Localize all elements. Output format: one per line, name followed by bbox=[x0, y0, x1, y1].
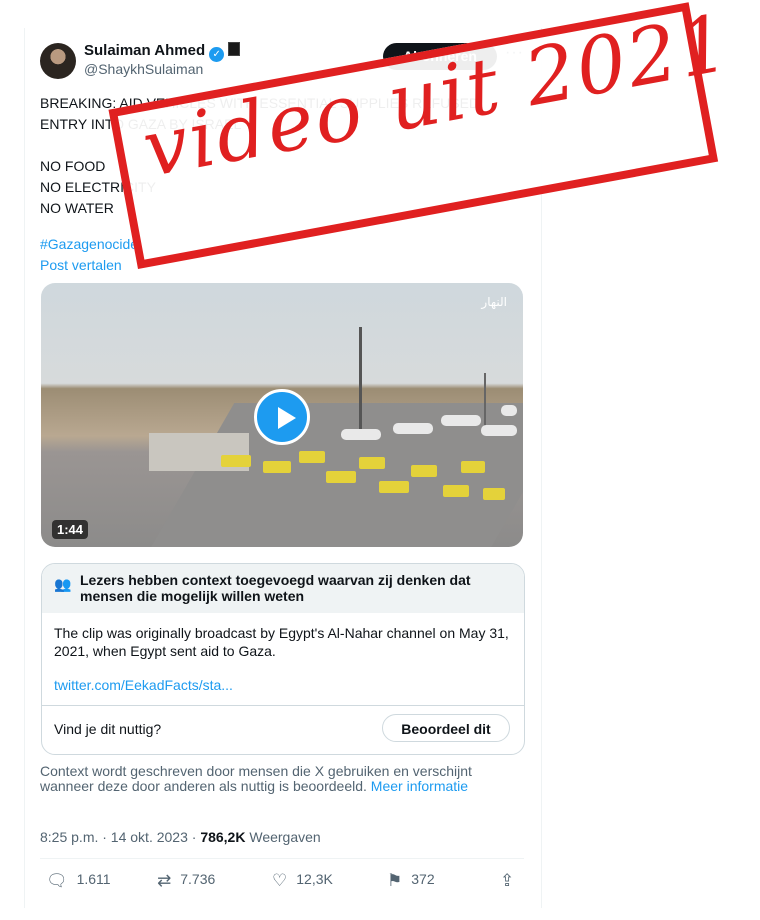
video-ambulance bbox=[379, 481, 409, 493]
video-tanker bbox=[393, 423, 433, 434]
repost-icon: ⇄ bbox=[157, 871, 172, 890]
share-button[interactable]: ⇪ bbox=[500, 871, 523, 891]
translate-link[interactable]: Post vertalen bbox=[40, 257, 122, 273]
video-ambulance bbox=[443, 485, 469, 497]
video-ambulance bbox=[411, 465, 437, 477]
play-icon[interactable] bbox=[254, 389, 310, 445]
video-light-pole bbox=[359, 327, 362, 432]
video-ambulance bbox=[326, 471, 356, 483]
hashtag-link[interactable]: #Gazagenocide bbox=[40, 236, 138, 252]
flag-icon bbox=[228, 42, 241, 56]
community-note-body: The clip was originally broadcast by Egy… bbox=[54, 625, 509, 659]
bookmark-button[interactable]: ⚑ 372 bbox=[387, 871, 435, 891]
video-ambulance bbox=[483, 488, 505, 500]
video-ambulance bbox=[299, 451, 325, 463]
heart-icon: ♡ bbox=[272, 871, 288, 890]
like-count: 12,3K bbox=[296, 871, 333, 887]
repost-button[interactable]: ⇄ 7.736 bbox=[157, 871, 215, 891]
divider bbox=[40, 858, 524, 859]
video-tanker bbox=[341, 429, 381, 440]
video-duration: 1:44 bbox=[52, 520, 89, 539]
author-handle[interactable]: @ShaykhSulaiman bbox=[84, 61, 203, 77]
bookmark-count: 372 bbox=[411, 871, 435, 887]
community-note-disclaimer: Context wordt geschreven door mensen die… bbox=[40, 764, 510, 794]
reply-count: 1.611 bbox=[76, 871, 111, 887]
avatar[interactable] bbox=[40, 43, 76, 79]
community-note-header: 👥 Lezers hebben context toegevoegd waarv… bbox=[42, 564, 524, 613]
verified-badge-icon: ✓ bbox=[209, 47, 225, 62]
community-note-link[interactable]: twitter.com/EekadFacts/sta... bbox=[54, 677, 233, 693]
author-name[interactable]: Sulaiman Ahmed ✓ bbox=[84, 42, 241, 62]
video-tanker bbox=[501, 405, 517, 416]
video-tanker bbox=[481, 425, 517, 436]
community-note: 👥 Lezers hebben context toegevoegd waarv… bbox=[41, 563, 525, 755]
bookmark-icon: ⚑ bbox=[387, 871, 403, 890]
repost-count: 7.736 bbox=[180, 871, 216, 887]
more-info-link[interactable]: Meer informatie bbox=[371, 778, 468, 794]
views-count: 786,2K bbox=[200, 829, 246, 845]
views-label: Weergaven bbox=[249, 829, 321, 845]
community-note-title: Lezers hebben context toegevoegd waarvan… bbox=[80, 572, 471, 604]
helpful-question: Vind je dit nuttig? bbox=[54, 721, 162, 737]
timestamp[interactable]: 8:25 p.m. · 14 okt. 2023 · bbox=[40, 829, 196, 845]
video-ambulance bbox=[263, 461, 291, 473]
like-button[interactable]: ♡ 12,3K bbox=[272, 871, 333, 891]
video-ambulance bbox=[359, 457, 385, 469]
video-tanker bbox=[441, 415, 481, 426]
video-ambulance bbox=[461, 461, 485, 473]
people-icon: 👥 bbox=[54, 576, 72, 592]
video-light-pole bbox=[484, 373, 486, 428]
channel-logo: النهار bbox=[481, 295, 507, 309]
reply-button[interactable]: 🗨 1.611 bbox=[46, 871, 111, 891]
author-name-text[interactable]: Sulaiman Ahmed bbox=[84, 42, 205, 59]
divider bbox=[42, 705, 524, 706]
video-ambulance bbox=[221, 455, 251, 467]
share-icon: ⇪ bbox=[500, 871, 515, 890]
reply-icon: 🗨 bbox=[46, 871, 68, 890]
tweet-meta: 8:25 p.m. · 14 okt. 2023 · 786,2K Weerga… bbox=[40, 829, 321, 845]
rate-button[interactable]: Beoordeel dit bbox=[382, 714, 510, 742]
